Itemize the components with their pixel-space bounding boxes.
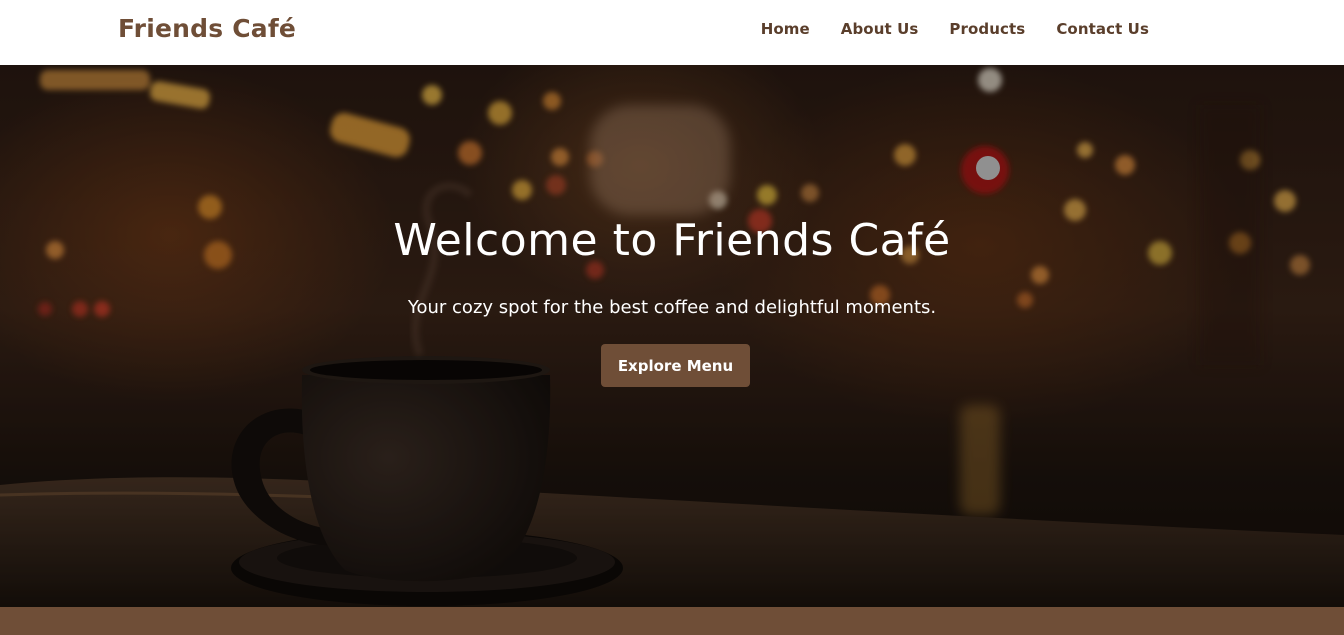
- explore-menu-button[interactable]: Explore Menu: [601, 344, 750, 387]
- hero-section: Welcome to Friends Café Your cozy spot f…: [0, 65, 1344, 607]
- nav-link-contact-us[interactable]: Contact Us: [1056, 20, 1149, 38]
- nav-link-home[interactable]: Home: [761, 20, 810, 38]
- hero-subtitle: Your cozy spot for the best coffee and d…: [407, 297, 937, 318]
- brand-logo[interactable]: Friends Café: [118, 14, 296, 43]
- hero-title: Welcome to Friends Café: [393, 215, 951, 266]
- hero-content: Welcome to Friends Café Your cozy spot f…: [0, 65, 1344, 607]
- nav-link-products[interactable]: Products: [949, 20, 1025, 38]
- navbar: Friends Café Home About Us Products Cont…: [0, 0, 1344, 65]
- next-section-strip: [0, 607, 1344, 635]
- nav-link-about-us[interactable]: About Us: [841, 20, 919, 38]
- nav-links: Home About Us Products Contact Us: [761, 20, 1149, 38]
